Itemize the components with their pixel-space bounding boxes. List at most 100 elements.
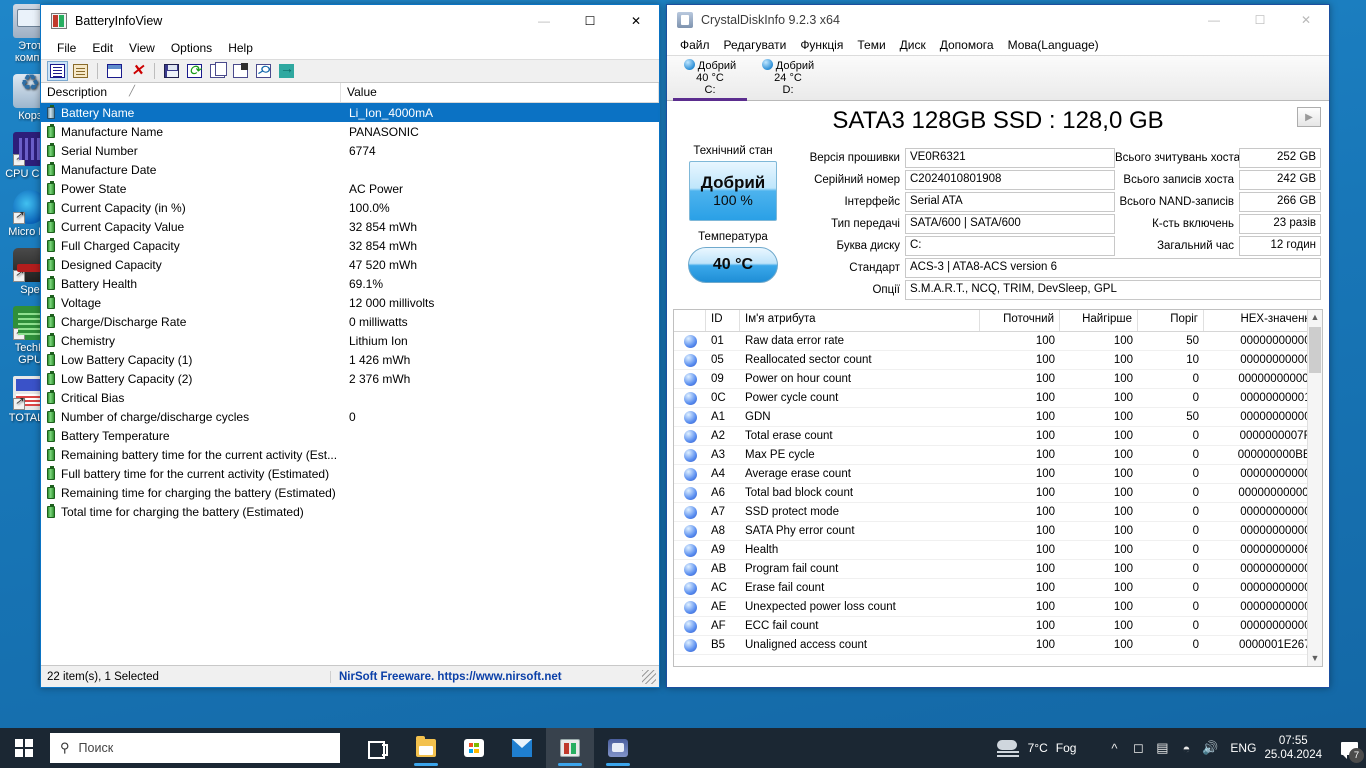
table-row[interactable]: A7 SSD protect mode 100 100 0 000000000000 xyxy=(674,503,1322,522)
table-row[interactable]: 09 Power on hour count 100 100 0 00000000000C xyxy=(674,370,1322,389)
table-row[interactable]: A2 Total erase count 100 100 0 0000000007F5 xyxy=(674,427,1322,446)
temperature-badge[interactable]: 40 °C xyxy=(688,247,778,283)
refresh-button[interactable] xyxy=(184,61,205,81)
table-row[interactable]: Charge/Discharge Rate 0 milliwatts xyxy=(41,312,659,331)
health-status-badge[interactable]: Добрий 100 % xyxy=(689,161,777,221)
menu-item-function[interactable]: Функція xyxy=(793,37,850,53)
clock[interactable]: 07:55 25.04.2024 xyxy=(1264,734,1322,762)
table-row[interactable]: AE Unexpected power loss count 100 100 0 0000… xyxy=(674,598,1322,617)
table-row[interactable]: Voltage 12 000 millivolts xyxy=(41,293,659,312)
table-row[interactable]: 05 Reallocated sector count 100 100 10 000000… xyxy=(674,351,1322,370)
table-row[interactable]: Remaining battery time for the current a… xyxy=(41,445,659,464)
show-hidden-icons-button[interactable]: ^ xyxy=(1102,728,1126,768)
table-row[interactable]: Full Charged Capacity 32 854 mWh xyxy=(41,236,659,255)
table-row[interactable]: Full battery time for the current activi… xyxy=(41,464,659,483)
table-row[interactable]: Current Capacity Value 32 854 mWh xyxy=(41,217,659,236)
column-header-hex-value[interactable]: HEX-значення xyxy=(1204,310,1322,331)
table-row[interactable]: AF ECC fail count 100 100 0 000000000000 xyxy=(674,617,1322,636)
clipboard-button[interactable] xyxy=(70,61,91,81)
find-button[interactable] xyxy=(253,61,274,81)
close-button[interactable]: ✕ xyxy=(1283,4,1329,36)
weather-widget[interactable]: 7°C Fog xyxy=(995,739,1085,757)
crystaldiskinfo-titlebar[interactable]: CrystalDiskInfo 9.2.3 x64 — ☐ ✕ xyxy=(667,5,1329,35)
column-header-current[interactable]: Поточний xyxy=(980,310,1060,331)
table-row[interactable]: 0C Power cycle count 100 100 0 000000000017 xyxy=(674,389,1322,408)
table-row[interactable]: A6 Total bad block count 100 100 0 0000000000… xyxy=(674,484,1322,503)
menu-item-file[interactable]: Файл xyxy=(673,37,717,53)
table-row[interactable]: Designed Capacity 47 520 mWh xyxy=(41,255,659,274)
battery-tray-button[interactable]: ▤ xyxy=(1150,728,1174,768)
table-row[interactable]: Total time for charging the battery (Est… xyxy=(41,502,659,521)
minimize-button[interactable]: — xyxy=(1191,4,1237,36)
menu-item-edit[interactable]: Редагувати xyxy=(717,37,794,53)
table-row[interactable]: AC Erase fail count 100 100 0 000000000000 xyxy=(674,579,1322,598)
menu-item-help[interactable]: Допомога xyxy=(933,37,1001,53)
table-row[interactable]: Battery Temperature xyxy=(41,426,659,445)
maximize-button[interactable]: ☐ xyxy=(1237,4,1283,36)
scroll-up-icon[interactable]: ▲ xyxy=(1308,310,1322,325)
column-header-attribute-name[interactable]: Ім'я атрибута xyxy=(740,310,980,331)
notification-center-button[interactable]: 7 xyxy=(1332,728,1366,768)
column-header-description[interactable]: Description ╱ xyxy=(41,83,341,102)
save-button[interactable] xyxy=(161,61,182,81)
menu-item-themes[interactable]: Теми xyxy=(850,37,892,53)
mail-button[interactable] xyxy=(498,728,546,768)
status-nirsoft-link[interactable]: NirSoft Freeware. https://www.nirsoft.ne… xyxy=(331,671,642,683)
table-row[interactable]: A4 Average erase count 100 100 0 000000000001 xyxy=(674,465,1322,484)
menu-item-help[interactable]: Help xyxy=(220,39,261,57)
next-disk-button[interactable]: ▶ xyxy=(1297,107,1321,127)
table-row[interactable]: Current Capacity (in %) 100.0% xyxy=(41,198,659,217)
table-row[interactable]: Power State AC Power xyxy=(41,179,659,198)
scrollbar-thumb[interactable] xyxy=(1309,327,1321,373)
batteryinfoview-list[interactable]: Battery Name Li_Ion_4000mA Manufacture Nam… xyxy=(41,103,659,650)
column-header-value[interactable]: Value xyxy=(341,83,659,102)
microsoft-store-button[interactable] xyxy=(450,728,498,768)
drive-tab-d[interactable]: Добрий 24 °C D: xyxy=(749,56,827,101)
column-header-threshold[interactable]: Поріг xyxy=(1138,310,1204,331)
table-row[interactable]: B5 Unaligned access count 100 100 0 0000001E2… xyxy=(674,636,1322,655)
menu-item-disk[interactable]: Диск xyxy=(893,37,933,53)
table-row[interactable]: A8 SATA Phy error count 100 100 0 00000000000… xyxy=(674,522,1322,541)
scroll-down-icon[interactable]: ▼ xyxy=(1308,651,1322,666)
table-row[interactable]: AB Program fail count 100 100 0 000000000000 xyxy=(674,560,1322,579)
start-button[interactable] xyxy=(0,728,48,768)
menu-item-language[interactable]: Мова(Language) xyxy=(1001,37,1106,53)
batteryinfoview-titlebar[interactable]: BatteryInfoView — ☐ ✕ xyxy=(41,5,659,37)
table-row[interactable]: A3 Max PE cycle 100 100 0 000000000BB8 xyxy=(674,446,1322,465)
table-row[interactable]: Remaining time for charging the battery … xyxy=(41,483,659,502)
search-box[interactable]: ⚲ Поиск xyxy=(50,733,340,763)
network-tray-button[interactable]: ◓ xyxy=(1174,728,1198,768)
html-report-button[interactable] xyxy=(230,61,251,81)
batteryinfoview-button[interactable] xyxy=(546,728,594,768)
column-header-indicator[interactable] xyxy=(674,310,706,331)
table-row[interactable]: Serial Number 6774 xyxy=(41,141,659,160)
table-row[interactable]: Battery Health 69.1% xyxy=(41,274,659,293)
column-header-worst[interactable]: Найгірше xyxy=(1060,310,1138,331)
file-explorer-button[interactable] xyxy=(402,728,450,768)
drive-tab-c[interactable]: Добрий 40 °C C: xyxy=(671,56,749,101)
table-row[interactable]: Battery Name Li_Ion_4000mA xyxy=(41,103,659,122)
table-row[interactable]: Manufacture Date xyxy=(41,160,659,179)
delete-button[interactable]: ✕ xyxy=(127,61,148,81)
menu-item-file[interactable]: File xyxy=(49,39,84,57)
menu-item-view[interactable]: View xyxy=(121,39,163,57)
copy-button[interactable] xyxy=(207,61,228,81)
menu-item-options[interactable]: Options xyxy=(163,39,220,57)
maximize-button[interactable]: ☐ xyxy=(567,5,613,37)
camera-tray-button[interactable]: ◻ xyxy=(1126,728,1150,768)
column-header-id[interactable]: ID xyxy=(706,310,740,331)
menu-item-edit[interactable]: Edit xyxy=(84,39,121,57)
window-button[interactable] xyxy=(104,61,125,81)
minimize-button[interactable]: — xyxy=(521,5,567,37)
table-row[interactable]: Low Battery Capacity (2) 2 376 mWh xyxy=(41,369,659,388)
exit-button[interactable] xyxy=(276,60,297,81)
smart-table-scrollbar[interactable]: ▲ ▼ xyxy=(1307,310,1322,666)
table-row[interactable]: Critical Bias xyxy=(41,388,659,407)
task-view-button[interactable] xyxy=(354,728,402,768)
table-row[interactable]: Low Battery Capacity (1) 1 426 mWh xyxy=(41,350,659,369)
table-row[interactable]: Manufacture Name PANASONIC xyxy=(41,122,659,141)
close-button[interactable]: ✕ xyxy=(613,5,659,37)
properties-button[interactable] xyxy=(47,61,68,81)
language-indicator[interactable]: ENG xyxy=(1230,741,1256,755)
table-row[interactable]: 01 Raw data error rate 100 100 50 00000000000… xyxy=(674,332,1322,351)
